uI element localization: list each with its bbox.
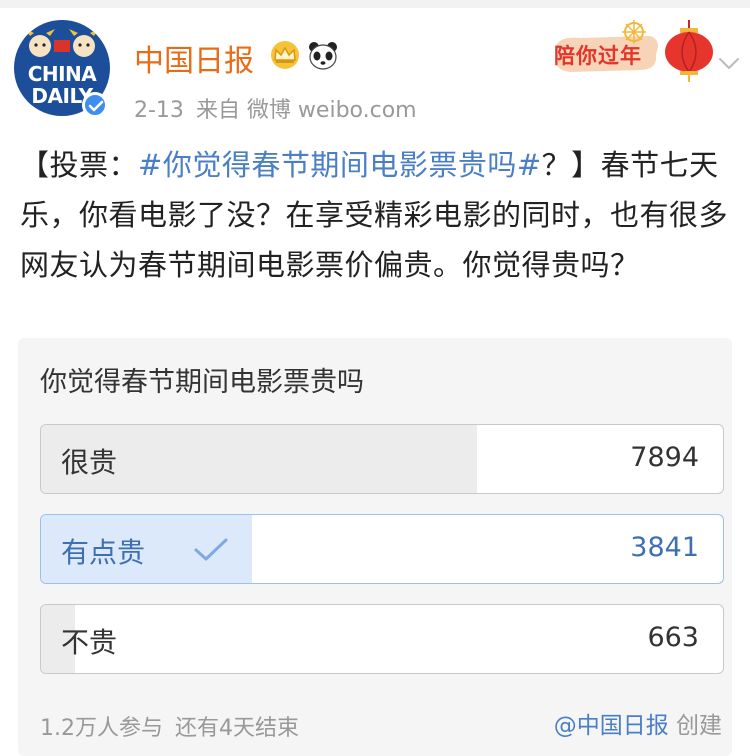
post-text: 【投票：#你觉得春节期间电影票贵吗#？】春节七天乐，你看电影了没？在享受精彩电影…	[20, 140, 735, 290]
poll-option-count: 663	[647, 622, 699, 653]
festival-banner[interactable]: 陪你过年	[550, 14, 722, 84]
post-source[interactable]: 来自 微博 weibo.com	[196, 98, 417, 123]
banner-text: 陪你过年	[554, 44, 642, 68]
poll-option-label: 很贵	[61, 446, 118, 479]
poll-option-label: 不贵	[61, 626, 118, 659]
username[interactable]: 中国日报	[134, 36, 254, 80]
poll-option-label: 有点贵	[61, 536, 146, 569]
post-prefix: 【投票：	[20, 148, 139, 182]
poll-option-very-expensive[interactable]: 很贵 7894	[40, 424, 724, 494]
chevron-down-icon[interactable]	[718, 56, 740, 72]
top-divider	[0, 0, 750, 8]
poll-footer: 1.2万人参与 还有4天结束	[40, 710, 299, 742]
panda-icon[interactable]	[306, 40, 340, 70]
poll-creator-link[interactable]: @中国日报	[554, 713, 669, 739]
verified-icon	[82, 92, 108, 118]
poll-option-somewhat-expensive[interactable]: 有点贵 3841	[40, 514, 724, 584]
cow-mascot-icon	[25, 29, 99, 57]
check-icon	[194, 538, 228, 561]
lantern-icon	[665, 20, 713, 82]
post-meta: 2-13 来自 微博 weibo.com	[134, 92, 417, 124]
poll-option-count: 7894	[630, 442, 699, 473]
post-time: 2-13	[134, 98, 184, 123]
poll-creator-suffix: 创建	[676, 713, 722, 739]
crown-icon[interactable]	[268, 40, 302, 70]
poll-remaining: 还有4天结束	[175, 716, 299, 741]
poll-option-count: 3841	[630, 532, 699, 563]
poll-participants: 1.2万人参与	[40, 716, 163, 741]
avatar-text-line1: CHINA	[27, 62, 97, 86]
topic-link[interactable]: #你觉得春节期间电影票贵吗#	[138, 148, 542, 182]
poll-option-not-expensive[interactable]: 不贵 663	[40, 604, 724, 674]
poll-question: 你觉得春节期间电影票贵吗	[40, 367, 364, 398]
poll-creator: @中国日报 创建	[554, 706, 722, 740]
poll-card: 你觉得春节期间电影票贵吗 很贵 7894 有点贵 3841 不贵 663 1.2…	[18, 338, 732, 756]
